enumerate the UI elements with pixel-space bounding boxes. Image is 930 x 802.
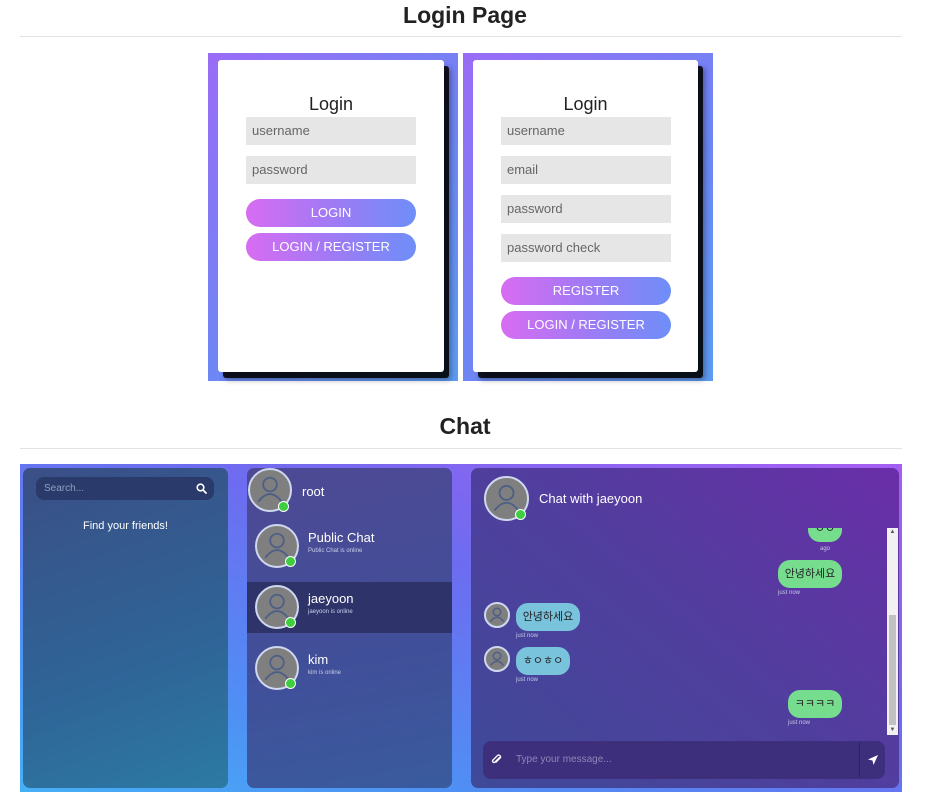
login-section-title: Login Page xyxy=(403,2,527,28)
message-composer: Type your message... xyxy=(483,741,885,779)
register-username-input[interactable]: username xyxy=(501,117,671,145)
scrollbar-thumb[interactable] xyxy=(889,615,896,725)
user-icon xyxy=(489,607,505,622)
chat-section-title: Chat xyxy=(439,413,491,439)
chat-header-title: Chat with jaeyoon xyxy=(539,491,643,506)
paperclip-icon[interactable] xyxy=(491,754,503,766)
message-input[interactable]: Type your message... xyxy=(516,741,612,779)
contact-status: Public Chat is online xyxy=(308,548,363,554)
register-card: Login username email password password c… xyxy=(473,60,698,372)
search-icon[interactable] xyxy=(196,483,207,494)
register-password-check-input[interactable]: password check xyxy=(501,234,671,262)
current-user-name: root xyxy=(302,484,325,499)
contact-name: Public Chat xyxy=(308,530,375,545)
contact-status: kim is online xyxy=(308,670,342,676)
contact-name: kim xyxy=(308,652,329,667)
contact-jaeyoon[interactable]: jaeyoon jaeyoon is online xyxy=(247,582,452,633)
composer-divider xyxy=(859,743,860,777)
register-password-input[interactable]: password xyxy=(501,195,671,223)
login-register-toggle-button[interactable]: LOGIN / REGISTER xyxy=(246,233,416,261)
message-bubble-incoming: ㅎㅇㅎㅇ xyxy=(516,647,570,675)
message-bubble-outgoing: ㅋㅋㅋㅋ xyxy=(788,690,842,718)
chat-partner-online-dot xyxy=(515,509,526,520)
sender-avatar xyxy=(484,602,510,628)
send-icon[interactable] xyxy=(867,754,879,766)
message-bubble-incoming: 안녕하세요 xyxy=(516,603,580,631)
message-list: ㅇㅇ ago 안녕하세요 just now 안녕하세요 just now ㅎㅇㅎ… xyxy=(471,528,887,735)
message-time: just now xyxy=(788,720,811,726)
login-section-divider xyxy=(20,36,902,37)
message-bubble-outgoing: 안녕하세요 xyxy=(778,560,842,588)
online-status-dot xyxy=(285,678,296,689)
message-bubble-outgoing: ㅇㅇ xyxy=(808,528,842,542)
chat-section-divider xyxy=(20,448,902,449)
message-time: just now xyxy=(516,633,539,639)
current-user-online-dot xyxy=(278,501,289,512)
find-friends-text: Find your friends! xyxy=(83,520,168,532)
search-placeholder: Search... xyxy=(44,483,85,494)
login-heading: Login xyxy=(308,94,354,114)
contact-public-chat[interactable]: Public Chat Public Chat is online xyxy=(247,521,452,575)
contact-name: jaeyoon xyxy=(308,591,354,606)
scroll-down-icon[interactable]: ▼ xyxy=(887,726,898,735)
register-button[interactable]: REGISTER xyxy=(501,277,671,305)
scroll-up-icon[interactable]: ▲ xyxy=(887,528,898,537)
message-list-scrollbar[interactable]: ▲ ▼ xyxy=(887,528,898,735)
register-email-input[interactable]: email xyxy=(501,156,671,184)
register-heading: Login xyxy=(563,94,608,114)
user-icon xyxy=(489,651,505,666)
message-time: just now xyxy=(778,590,801,596)
friends-search-pane xyxy=(23,468,228,788)
online-status-dot xyxy=(285,617,296,628)
username-input[interactable]: username xyxy=(246,117,416,145)
password-input[interactable]: password xyxy=(246,156,416,184)
message-time: ago xyxy=(820,546,831,552)
register-login-toggle-button[interactable]: LOGIN / REGISTER xyxy=(501,311,671,339)
login-card: Login username password LOGIN LOGIN / RE… xyxy=(218,60,444,372)
message-time: just now xyxy=(516,677,539,683)
login-button[interactable]: LOGIN xyxy=(246,199,416,227)
contact-kim[interactable]: kim kim is online xyxy=(247,643,452,697)
search-input[interactable]: Search... xyxy=(36,477,214,500)
contact-status: jaeyoon is online xyxy=(308,609,353,615)
online-status-dot xyxy=(285,556,296,567)
sender-avatar xyxy=(484,646,510,672)
